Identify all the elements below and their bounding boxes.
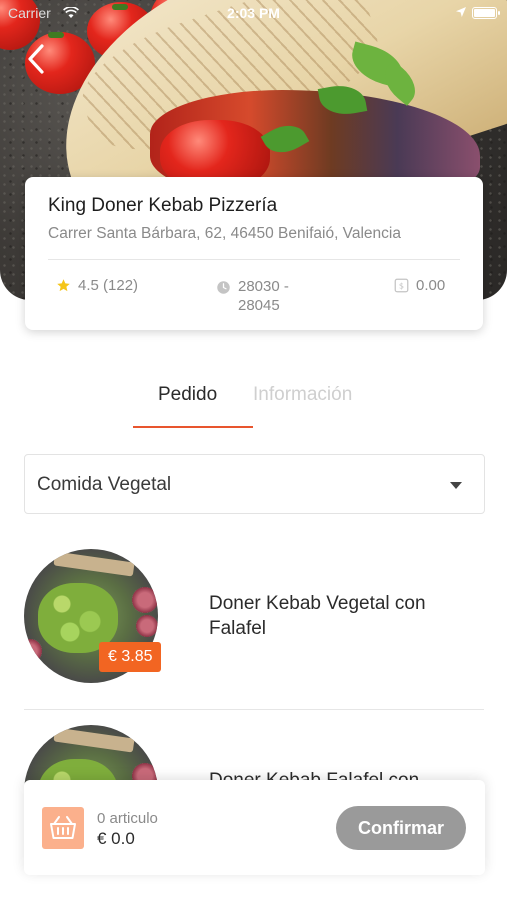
cart-bar: 0 articulo € 0.0 Confirmar xyxy=(24,780,485,875)
restaurant-name: King Doner Kebab Pizzería xyxy=(48,195,278,216)
card-divider xyxy=(48,259,460,260)
clock-icon xyxy=(217,281,230,294)
active-tab-indicator xyxy=(133,426,253,428)
postal-codes: 28030 - 28045 xyxy=(216,277,289,315)
rating-value: 4.5 (122) xyxy=(78,277,139,294)
back-arrow-icon[interactable] xyxy=(22,42,50,76)
star-icon xyxy=(57,279,70,292)
basket-icon xyxy=(50,816,76,839)
product-price-badge: € 3.85 xyxy=(99,642,162,672)
chevron-down-icon xyxy=(450,482,462,489)
product-item[interactable]: € 3.85 Doner Kebab Vegetal con Falafel xyxy=(24,549,484,709)
status-time: 2:03 PM xyxy=(227,5,280,21)
product-name: Doner Kebab Vegetal con Falafel xyxy=(209,593,426,639)
tab-informacion[interactable]: Información xyxy=(253,384,352,406)
rating: 4.5 (122) xyxy=(56,277,138,294)
status-bar: Carrier 2:03 PM xyxy=(0,0,507,28)
category-dropdown[interactable]: Comida Vegetal xyxy=(24,454,485,514)
tab-bar: Pedido Información xyxy=(133,384,383,430)
battery-icon xyxy=(472,7,500,19)
cart-item-count: 0 articulo xyxy=(97,810,158,827)
dollar-icon: $ xyxy=(394,278,409,293)
confirm-button[interactable]: Confirmar xyxy=(336,806,466,850)
svg-text:$: $ xyxy=(399,281,404,291)
cart-icon-box[interactable] xyxy=(42,807,84,849)
restaurant-address: Carrer Santa Bárbara, 62, 46450 Benifaió… xyxy=(48,225,401,242)
category-selected-value: Comida Vegetal xyxy=(37,474,172,495)
restaurant-info-card: King Doner Kebab Pizzería Carrer Santa B… xyxy=(25,177,483,330)
location-arrow-icon xyxy=(456,7,466,17)
delivery-fee-value: 0.00 xyxy=(416,277,446,294)
cart-total: € 0.0 xyxy=(97,829,135,848)
postal-codes-line1: 28030 - xyxy=(238,278,289,295)
list-divider xyxy=(24,709,484,710)
postal-codes-line2: 28045 xyxy=(238,297,280,314)
tab-pedido[interactable]: Pedido xyxy=(158,384,217,406)
delivery-fee: $ 0.00 xyxy=(394,277,445,294)
